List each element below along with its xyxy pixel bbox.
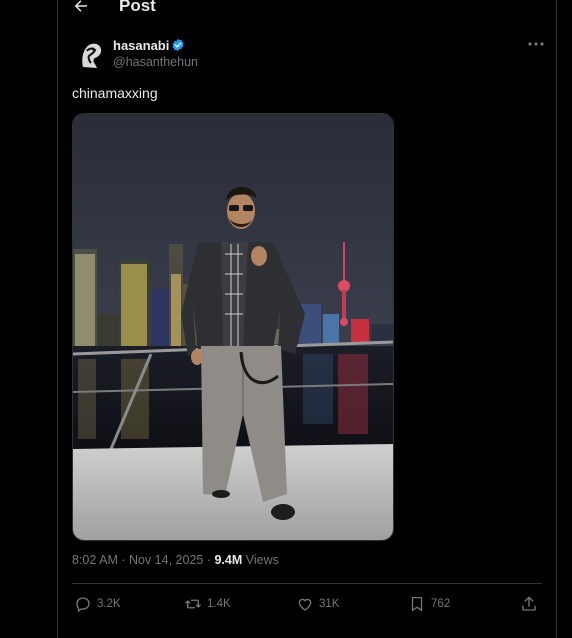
tweet-meta: 8:02 AM · Nov 14, 2025 · 9.4M Views	[72, 553, 279, 567]
meta-separator: ·	[117, 553, 129, 567]
bookmark-button[interactable]: 762	[408, 594, 450, 614]
like-icon	[298, 598, 312, 611]
more-icon[interactable]	[524, 37, 548, 51]
avatar[interactable]	[73, 37, 109, 73]
back-arrow-icon[interactable]	[72, 0, 90, 15]
bookmark-count: 762	[431, 598, 451, 610]
author-handle[interactable]: @hasanthehun	[113, 55, 198, 69]
tweet-photo[interactable]	[72, 113, 394, 541]
page-title: Post	[119, 0, 156, 15]
share-button[interactable]	[520, 594, 538, 614]
verified-badge-icon	[172, 38, 184, 52]
views-count: 9.4M	[214, 553, 243, 567]
post-column: Post hasanabi @hasanthehun chinamaxxing	[57, 0, 557, 638]
views-label: Views	[242, 553, 279, 567]
reply-icon	[76, 597, 90, 612]
repost-icon	[185, 599, 201, 609]
repost-count: 1.4K	[207, 598, 231, 610]
tweet-text: chinamaxxing	[72, 85, 158, 101]
share-icon	[522, 596, 536, 611]
like-button[interactable]: 31K	[296, 594, 339, 614]
divider	[72, 583, 542, 584]
reply-count: 3.2K	[97, 598, 121, 610]
repost-button[interactable]: 1.4K	[184, 594, 231, 614]
bookmark-icon	[411, 596, 423, 612]
action-bar: 3.2K 1.4K 31K 762	[72, 592, 542, 616]
like-count: 31K	[319, 598, 340, 610]
reply-button[interactable]: 3.2K	[74, 594, 121, 614]
meta-separator: ·	[203, 553, 215, 567]
post-header: Post	[58, 0, 556, 18]
post-time[interactable]: 8:02 AM	[72, 553, 118, 567]
post-date[interactable]: Nov 14, 2025	[129, 553, 203, 567]
author-name[interactable]: hasanabi	[113, 38, 169, 53]
